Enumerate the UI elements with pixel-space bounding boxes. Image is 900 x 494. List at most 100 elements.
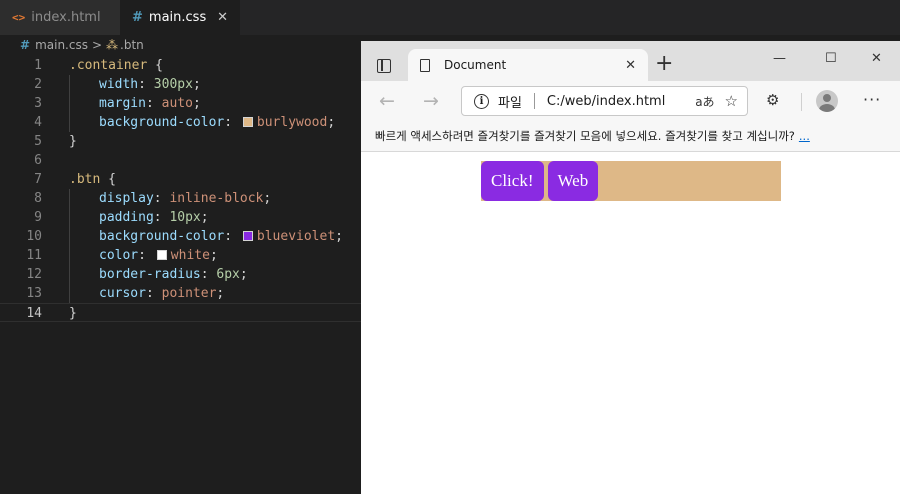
brace: } xyxy=(69,306,77,321)
css-value: white xyxy=(170,248,210,263)
page-viewport: Click! Web xyxy=(361,152,900,494)
document-icon xyxy=(420,58,430,72)
line-number: 10 xyxy=(26,229,42,244)
code-editor[interactable]: 1 .container { 2 width: 300px; 3 margin:… xyxy=(0,56,361,322)
color-swatch-white[interactable] xyxy=(156,250,167,260)
code-line: 5 } xyxy=(0,132,361,151)
more-menu-icon[interactable]: ··· xyxy=(863,90,881,109)
line-number: 12 xyxy=(26,267,42,282)
line-number: 1 xyxy=(34,58,42,73)
css-selector: .btn xyxy=(69,172,101,187)
line-number: 4 xyxy=(34,115,42,130)
css-property: background-color xyxy=(99,229,225,244)
add-favorite-icon[interactable]: ☆ xyxy=(725,92,738,110)
breadcrumb: # main.css > ⁂ .btn xyxy=(0,35,361,55)
chevron-right-icon: > xyxy=(91,38,103,52)
code-line: 11 color: white; xyxy=(0,246,361,265)
css-value: pointer xyxy=(161,286,217,301)
css-property: margin xyxy=(99,96,146,111)
css-value: 300px xyxy=(153,77,193,92)
forward-button[interactable]: → xyxy=(423,90,439,112)
css-property: padding xyxy=(99,210,154,225)
css-property: width xyxy=(99,77,139,92)
divider xyxy=(801,93,802,111)
editor-tab-bar: <> index.html # main.css ✕ xyxy=(0,0,900,35)
line-number: 9 xyxy=(34,210,42,225)
tab-label: main.css xyxy=(148,10,207,25)
container-box: Click! Web xyxy=(481,161,781,201)
css-value: blueviolet xyxy=(256,229,336,244)
code-line: 12 border-radius: 6px; xyxy=(0,265,361,284)
web-button[interactable]: Web xyxy=(547,161,599,201)
line-number: 8 xyxy=(34,191,42,206)
line-number: 5 xyxy=(34,134,42,149)
extensions-icon[interactable]: ⚙ xyxy=(766,91,779,109)
browser-title-bar: Document ✕ + — ☐ ✕ xyxy=(361,41,900,81)
address-bar[interactable]: i 파일 C:/web/index.html aあ ☆ xyxy=(461,86,748,116)
css-property: background-color xyxy=(99,115,225,130)
code-line: 6 xyxy=(0,151,361,170)
close-window-button[interactable]: ✕ xyxy=(871,51,882,66)
code-line: 10 background-color: blueviolet; xyxy=(0,227,361,246)
line-number: 13 xyxy=(26,286,42,301)
close-tab-icon[interactable]: ✕ xyxy=(625,58,636,73)
minimize-button[interactable]: — xyxy=(773,51,786,66)
css-property: display xyxy=(99,191,154,206)
brace: { xyxy=(147,58,163,73)
code-line: 4 background-color: burlywood; xyxy=(0,113,361,132)
html-file-icon: <> xyxy=(12,11,26,24)
read-aloud-icon[interactable]: aあ xyxy=(695,93,714,110)
tab-label: index.html xyxy=(31,10,101,25)
line-number: 14 xyxy=(26,306,42,321)
breadcrumb-file[interactable]: main.css xyxy=(35,38,88,52)
close-icon[interactable]: ✕ xyxy=(217,10,228,25)
url-text[interactable]: C:/web/index.html xyxy=(547,94,695,109)
browser-tab[interactable]: Document ✕ xyxy=(408,49,648,81)
css-value: inline-block xyxy=(169,191,264,206)
brace: } xyxy=(69,134,77,149)
tab-main-css[interactable]: # main.css ✕ xyxy=(120,0,240,35)
tab-index-html[interactable]: <> index.html xyxy=(0,0,120,35)
color-swatch-blueviolet[interactable] xyxy=(242,231,253,241)
info-icon[interactable]: i xyxy=(474,93,489,109)
line-number: 11 xyxy=(26,248,42,263)
selector-icon: ⁂ xyxy=(106,38,119,52)
breadcrumb-selector[interactable]: .btn xyxy=(120,38,144,52)
code-line: 1 .container { xyxy=(0,56,361,75)
profile-avatar[interactable] xyxy=(816,90,838,112)
code-line: 13 cursor: pointer; xyxy=(0,284,361,303)
code-line: 3 margin: auto; xyxy=(0,94,361,113)
css-value: auto xyxy=(161,96,193,111)
css-file-icon: # xyxy=(20,38,31,52)
line-number: 6 xyxy=(34,153,42,168)
code-line-active: 14 } xyxy=(0,303,361,322)
css-property: color xyxy=(99,248,139,263)
line-number: 3 xyxy=(34,96,42,111)
code-line: 9 padding: 10px; xyxy=(0,208,361,227)
code-line: 2 width: 300px; xyxy=(0,75,361,94)
color-swatch-burlywood[interactable] xyxy=(242,117,253,127)
browser-toolbar: ← → i 파일 C:/web/index.html aあ ☆ ⚙ ··· xyxy=(361,81,900,121)
favorites-bar-message: 빠르게 액세스하려면 즐겨찾기를 즐겨찾기 모음에 넣으세요. 즐겨찾기를 찾고… xyxy=(375,129,795,143)
code-line: 7 .btn { xyxy=(0,170,361,189)
maximize-button[interactable]: ☐ xyxy=(825,51,837,66)
divider xyxy=(533,93,535,109)
brace: { xyxy=(100,172,116,187)
click-button[interactable]: Click! xyxy=(481,161,544,201)
css-property: border-radius xyxy=(99,267,201,282)
new-tab-button[interactable]: + xyxy=(655,53,673,75)
browser-tab-title: Document xyxy=(444,58,507,72)
css-value: 6px xyxy=(216,267,240,282)
favorites-link[interactable]: ... xyxy=(799,129,810,143)
browser-window: Document ✕ + — ☐ ✕ ← → i 파일 C:/web/index… xyxy=(361,41,900,494)
back-button[interactable]: ← xyxy=(379,90,395,112)
line-number: 2 xyxy=(34,77,42,92)
tab-actions-icon[interactable] xyxy=(377,59,391,73)
css-selector: .container xyxy=(69,58,148,73)
css-property: cursor xyxy=(99,286,146,301)
protocol-label: 파일 xyxy=(498,95,522,111)
line-number: 7 xyxy=(34,172,42,187)
css-value: burlywood xyxy=(256,115,328,130)
css-file-icon: # xyxy=(132,10,143,25)
favorites-bar: 빠르게 액세스하려면 즐겨찾기를 즐겨찾기 모음에 넣으세요. 즐겨찾기를 찾고… xyxy=(361,121,900,152)
